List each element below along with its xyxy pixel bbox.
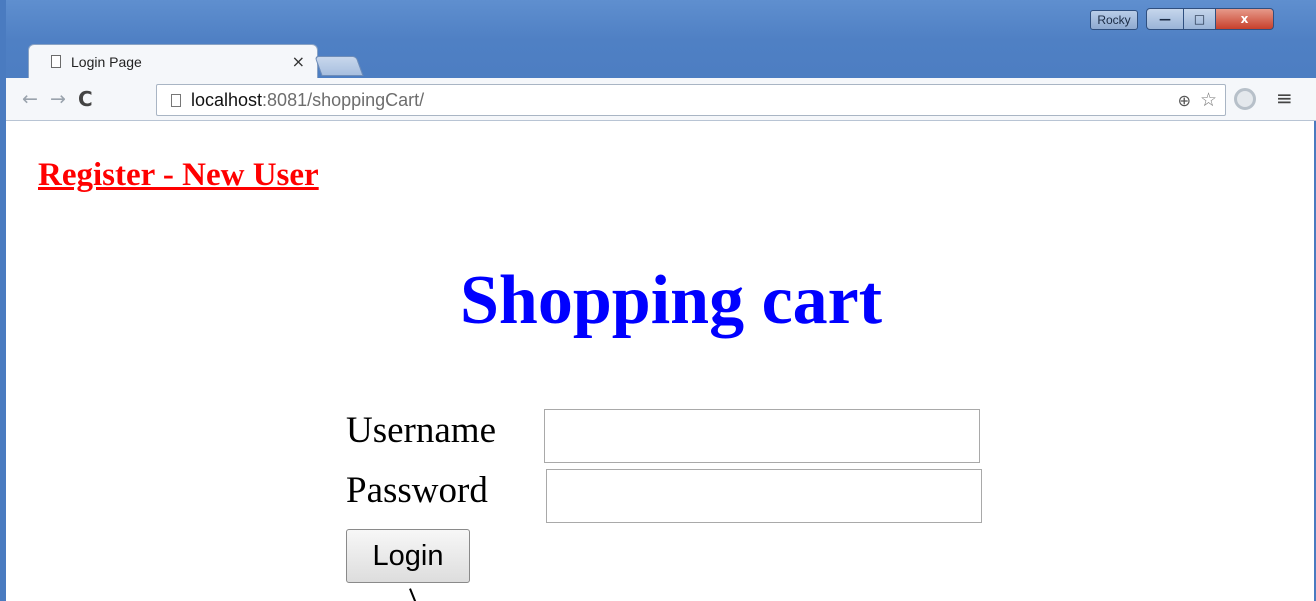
zoom-icon[interactable]: ⊕ <box>1178 91 1191 110</box>
page-icon <box>171 93 181 107</box>
minimize-button[interactable]: — <box>1146 8 1184 30</box>
browser-window: Rocky — □ x Login Page × ← → C localhost… <box>0 0 1316 601</box>
page-title: Shopping cart <box>459 262 883 339</box>
new-tab-button[interactable] <box>314 56 364 76</box>
close-window-button[interactable]: x <box>1216 8 1274 30</box>
page-content: Register - New User Shopping cart Userna… <box>6 121 1314 601</box>
user-profile-button[interactable]: Rocky <box>1090 10 1138 30</box>
login-button[interactable]: Login <box>346 529 470 583</box>
bookmark-star-icon[interactable]: ☆ <box>1200 89 1217 111</box>
password-field[interactable] <box>546 469 982 523</box>
username-label: Username <box>346 410 496 451</box>
tab-close-icon[interactable]: × <box>292 52 305 71</box>
username-field[interactable] <box>544 409 980 463</box>
tab-login-page[interactable]: Login Page × <box>28 44 318 78</box>
url-host: localhost <box>191 89 263 110</box>
page-icon <box>51 55 61 68</box>
window-controls: — □ x <box>1146 8 1274 30</box>
menu-icon[interactable]: ≡ <box>1276 86 1293 110</box>
password-label: Password <box>346 470 488 511</box>
reload-icon[interactable]: C <box>78 87 93 111</box>
forward-arrow-icon[interactable]: → <box>50 88 66 110</box>
maximize-button[interactable]: □ <box>1184 8 1216 30</box>
url-path: :8081/shoppingCart/ <box>262 89 425 110</box>
address-bar[interactable]: localhost:8081/shoppingCart/ ⊕ ☆ <box>156 84 1226 116</box>
register-new-user-link[interactable]: Register - New User <box>38 157 319 194</box>
extension-icon[interactable] <box>1234 88 1256 110</box>
browser-toolbar: ← → C localhost:8081/shoppingCart/ ⊕ ☆ ≡ <box>6 78 1316 121</box>
back-arrow-icon[interactable]: ← <box>22 88 38 110</box>
tab-title: Login Page <box>71 53 142 70</box>
